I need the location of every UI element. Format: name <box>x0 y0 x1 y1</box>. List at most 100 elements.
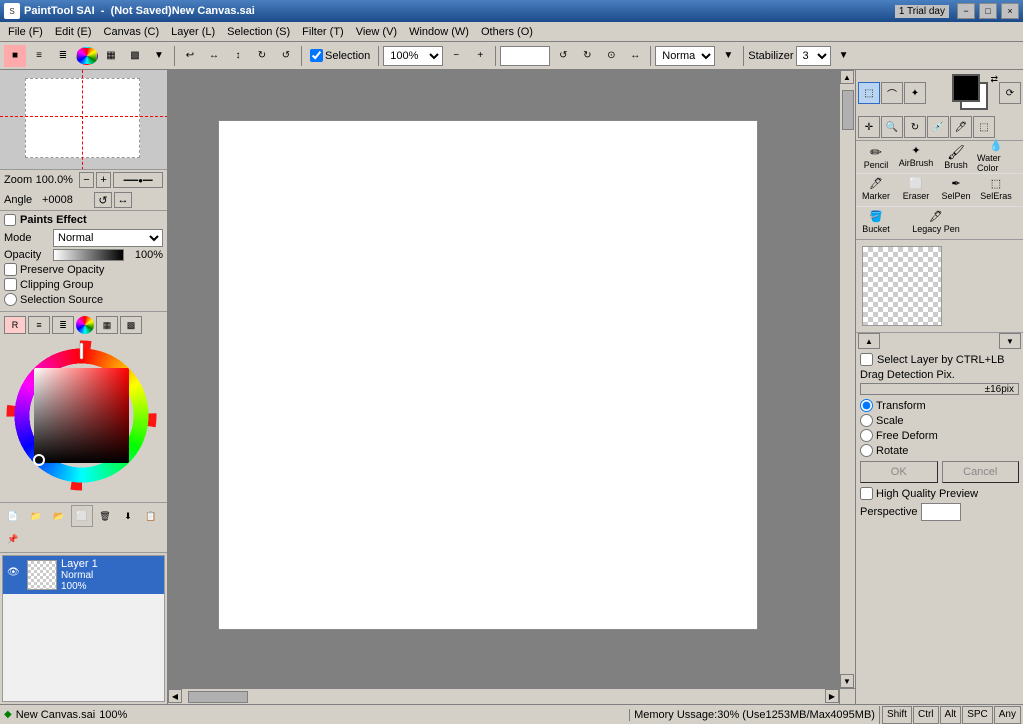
airbrush-tool[interactable]: ✦ AirBrush <box>896 141 936 173</box>
ok-button[interactable]: OK <box>860 461 938 483</box>
vertical-scrollbar[interactable]: ▲ ▼ <box>839 70 855 688</box>
layer-delete-btn[interactable]: 🗑 <box>94 505 116 527</box>
menu-others[interactable]: Others (O) <box>475 24 539 40</box>
bucket-tool[interactable]: 🪣 Bucket <box>856 207 896 239</box>
scroll-down-btn[interactable]: ▼ <box>840 674 854 688</box>
layer-eye-icon[interactable]: 👁 <box>7 567 23 583</box>
color-mode-rgb[interactable]: R <box>4 316 26 334</box>
toolbar-flip-v-btn[interactable]: ↕ <box>227 45 249 67</box>
zoom-dec-btn[interactable]: − <box>79 172 94 188</box>
close-button[interactable]: × <box>1001 3 1019 19</box>
ctrl-key-btn[interactable]: Ctrl <box>913 706 939 724</box>
move-tool-btn[interactable]: ✛ <box>858 116 880 138</box>
eraser-tool[interactable]: ⬜ Eraser <box>896 174 936 206</box>
angle-reset-btn[interactable]: ↺ <box>94 192 112 208</box>
color-grid-btn[interactable]: ▦ <box>96 316 118 334</box>
color-mode-cmyk[interactable]: ≣ <box>52 316 74 334</box>
toolbar-wheel-btn[interactable] <box>76 47 98 65</box>
pencil-tool[interactable]: ✏ Pencil <box>856 141 896 173</box>
toolbar-dropdown-btn[interactable]: ▼ <box>148 45 170 67</box>
extra-tool-btn[interactable]: ⬚ <box>973 116 995 138</box>
eyedrop-btn[interactable]: 💉 <box>927 116 949 138</box>
layer-paste-btn[interactable]: 📌 <box>2 528 24 550</box>
minimize-button[interactable]: − <box>957 3 975 19</box>
color-wheel-svg[interactable] <box>4 338 159 493</box>
zoom-inc-btn[interactable]: + <box>96 172 111 188</box>
rotation-input[interactable]: +000° <box>500 46 550 66</box>
paints-effect-checkbox[interactable] <box>4 214 16 226</box>
drag-bar[interactable]: ±16pix <box>860 383 1019 395</box>
rotate-reset-btn[interactable]: ⊙ <box>600 45 622 67</box>
stabilizer-arrow[interactable]: ▼ <box>833 45 855 67</box>
vertical-scroll-thumb[interactable] <box>842 90 854 130</box>
color-mode-hsv[interactable]: ≡ <box>28 316 50 334</box>
selpen-tool[interactable]: ✒ SelPen <box>936 174 976 206</box>
toolbar-gray-btn[interactable]: ▩ <box>124 45 146 67</box>
high-quality-checkbox[interactable] <box>860 487 873 500</box>
zoom-out-btn[interactable]: − <box>445 45 467 67</box>
selection-checkbox[interactable] <box>310 49 323 62</box>
layer-new-btn[interactable]: 📄 <box>2 505 24 527</box>
layers-list[interactable]: 👁 Layer 1 Normal 100% <box>2 555 165 702</box>
menu-file[interactable]: File (F) <box>2 24 49 40</box>
select-rect-btn[interactable]: ⬚ <box>858 82 880 104</box>
layer-item[interactable]: 👁 Layer 1 Normal 100% <box>3 556 164 594</box>
scroll-up-btn[interactable]: ▲ <box>840 70 854 84</box>
transform-radio[interactable] <box>860 399 873 412</box>
watercolor-tool[interactable]: 💧 Water Color <box>976 141 1016 173</box>
spc-key-btn[interactable]: SPC <box>962 706 993 724</box>
vector-pen-btn[interactable]: 🖊 <box>950 116 972 138</box>
drawing-canvas[interactable] <box>218 120 758 630</box>
rotate-ccw-btn[interactable]: ↺ <box>552 45 574 67</box>
menu-canvas[interactable]: Canvas (C) <box>98 24 166 40</box>
layer-merge-btn[interactable]: ⬇ <box>117 505 139 527</box>
scroll-right-btn[interactable]: ▶ <box>825 689 839 703</box>
clipping-group-checkbox[interactable] <box>4 278 17 291</box>
menu-edit[interactable]: Edit (E) <box>49 24 98 40</box>
alt-key-btn[interactable]: Alt <box>940 706 962 724</box>
seleras-tool[interactable]: ⬚ SelEras <box>976 174 1016 206</box>
horizontal-scroll-thumb[interactable] <box>188 691 248 703</box>
layer-folder-btn[interactable]: 📂 <box>48 505 70 527</box>
any-key-btn[interactable]: Any <box>994 706 1021 724</box>
menu-window[interactable]: Window (W) <box>403 24 475 40</box>
stabilizer-select[interactable]: 3 1 5 10 <box>796 46 831 66</box>
panel-scroll-down[interactable]: ▼ <box>999 333 1021 349</box>
toolbar-hsv-btn[interactable]: ≡ <box>28 45 50 67</box>
horizontal-scrollbar[interactable]: ◀ ▶ <box>168 688 839 704</box>
angle-flip-btn[interactable]: ↔ <box>114 192 132 208</box>
foreground-color[interactable] <box>952 74 980 102</box>
rotate-view-btn[interactable]: ↻ <box>904 116 926 138</box>
zoom-slider-left[interactable]: ━━━●━━ <box>113 172 163 188</box>
layer-canvas-btn[interactable]: ⬜ <box>71 505 93 527</box>
layer-copy-btn[interactable]: 📋 <box>140 505 162 527</box>
color-wheel-container[interactable] <box>4 338 164 498</box>
free-deform-radio[interactable] <box>860 429 873 442</box>
opacity-bar[interactable] <box>53 249 124 261</box>
toolbar-flip-h-btn[interactable]: ↔ <box>203 45 225 67</box>
toolbar-mixer-btn[interactable]: ▦ <box>100 45 122 67</box>
blend-mode-arrow[interactable]: ▼ <box>717 45 739 67</box>
scroll-left-btn[interactable]: ◀ <box>168 689 182 703</box>
color-gray-btn[interactable]: ▩ <box>120 316 142 334</box>
toolbar-palette-btn[interactable]: ≣ <box>52 45 74 67</box>
zoom-in-btn[interactable]: + <box>469 45 491 67</box>
select-lasso-btn[interactable]: ⌒ <box>881 82 903 104</box>
panel-scroll-up[interactable]: ▲ <box>858 333 880 349</box>
mode-select[interactable]: Normal Multiply Screen <box>53 229 163 247</box>
menu-filter[interactable]: Filter (T) <box>296 24 350 40</box>
menu-selection[interactable]: Selection (S) <box>221 24 296 40</box>
scale-radio[interactable] <box>860 414 873 427</box>
sub-tool-extra[interactable]: ⟳ <box>999 82 1021 104</box>
zoom-select[interactable]: 100% 50% 200% <box>383 46 443 66</box>
toolbar-rgb-btn[interactable]: ■ <box>4 45 26 67</box>
brush-tool[interactable]: 🖌 Brush <box>936 141 976 173</box>
shift-key-btn[interactable]: Shift <box>882 706 912 724</box>
toolbar-rotate-btn[interactable]: ↻ <box>251 45 273 67</box>
toolbar-rotate2-btn[interactable]: ↺ <box>275 45 297 67</box>
legacypen-tool[interactable]: 🖋 Legacy Pen <box>896 207 976 239</box>
menu-view[interactable]: View (V) <box>350 24 403 40</box>
selection-source-radio[interactable] <box>4 293 17 306</box>
canvas-area[interactable]: ▲ ▼ ◀ ▶ <box>168 70 855 704</box>
select-layer-checkbox[interactable] <box>860 353 873 366</box>
